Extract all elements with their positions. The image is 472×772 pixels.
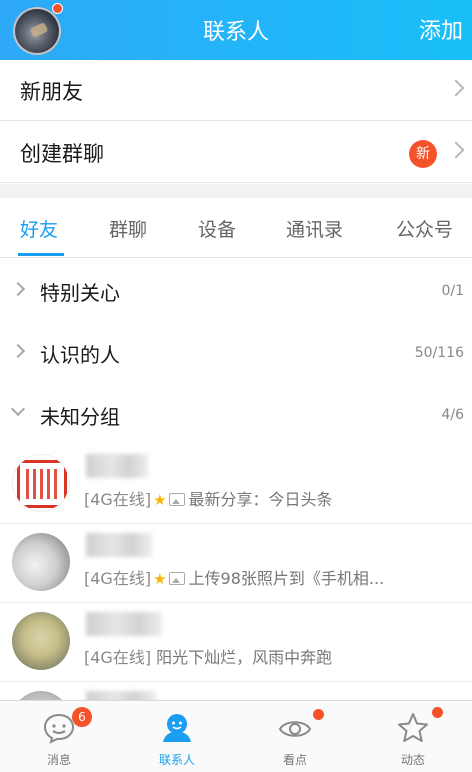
eye-icon — [278, 721, 312, 737]
chevron-right-icon — [10, 343, 26, 359]
message-icon — [43, 713, 75, 744]
tab-label: 消息 — [46, 753, 71, 767]
status-text: 上传98张照片到《手机相... — [188, 569, 385, 588]
star-icon: ★ — [153, 570, 167, 588]
contact-name-blurred — [86, 533, 152, 557]
group-count: 50/116 — [414, 345, 464, 361]
group-label: 特别关心 — [40, 281, 120, 305]
group-count: 4/6 — [441, 407, 464, 423]
star-icon: ★ — [153, 491, 167, 509]
contact-name-blurred — [86, 612, 162, 636]
chevron-right-icon — [447, 141, 465, 159]
contact-row[interactable]: [4G在线] 阳光下灿烂，风雨中奔跑 — [0, 604, 472, 682]
add-button[interactable]: 添加 — [419, 13, 463, 45]
message-count-badge: 6 — [72, 707, 92, 727]
contact-status: [4G在线] ★ 最新分享：今日头条 — [84, 486, 464, 510]
tab-address-book[interactable]: 通讯录 — [286, 215, 343, 242]
group-label: 未知分组 — [40, 405, 120, 429]
star-outline-icon — [398, 713, 428, 742]
create-group-row[interactable]: 创建群聊 — [0, 122, 472, 183]
new-friends-row[interactable]: 新朋友 — [0, 60, 472, 121]
contacts-icon — [163, 714, 191, 742]
contact-row[interactable]: [4G在线] ★ 最新分享：今日头条 — [0, 446, 472, 524]
top-header: 联系人 添加 — [0, 0, 472, 60]
notification-dot — [52, 3, 63, 14]
profile-avatar[interactable] — [13, 7, 61, 55]
tab-messages[interactable]: 6 消息 — [0, 701, 118, 772]
bottom-tab-bar: 6 消息 联系人 看点 动态 — [0, 700, 472, 772]
tab-moments[interactable]: 动态 — [354, 701, 472, 772]
tab-watch[interactable]: 看点 — [236, 701, 354, 772]
online-status: [4G在线] — [84, 648, 152, 667]
contact-avatar — [12, 612, 70, 670]
status-text: 阳光下灿烂，风雨中奔跑 — [156, 648, 333, 667]
new-friends-label: 新朋友 — [20, 80, 83, 104]
contact-status: [4G在线] 阳光下灿烂，风雨中奔跑 — [84, 644, 464, 668]
contact-name-blurred — [86, 454, 148, 478]
tab-label: 看点 — [282, 753, 307, 767]
tab-label: 联系人 — [158, 753, 195, 767]
create-group-label: 创建群聊 — [20, 142, 104, 166]
contact-status: [4G在线] ★ 上传98张照片到《手机相... — [84, 565, 464, 589]
chevron-right-icon — [10, 281, 26, 297]
group-acquaintances[interactable]: 认识的人 50/116 — [0, 321, 472, 383]
online-status: [4G在线] — [84, 569, 152, 588]
tab-groups[interactable]: 群聊 — [109, 215, 147, 242]
status-text: 最新分享：今日头条 — [188, 490, 333, 509]
notification-dot — [432, 707, 443, 718]
tab-devices[interactable]: 设备 — [198, 215, 236, 242]
image-icon — [168, 493, 185, 506]
contact-row[interactable]: [4G在线] ★ 上传98张照片到《手机相... — [0, 525, 472, 603]
group-label: 认识的人 — [40, 343, 120, 367]
tab-contacts[interactable]: 联系人 — [118, 701, 236, 772]
contact-avatar — [12, 533, 70, 591]
tab-official-accounts[interactable]: 公众号 — [396, 215, 453, 242]
contact-avatar — [12, 454, 70, 512]
group-count: 0/1 — [441, 283, 464, 299]
notification-dot — [313, 709, 324, 720]
online-status: [4G在线] — [84, 490, 152, 509]
section-divider — [0, 184, 472, 198]
active-tab-indicator — [18, 253, 64, 256]
image-icon — [168, 572, 185, 585]
tab-label: 动态 — [400, 753, 425, 767]
chevron-right-icon — [447, 79, 465, 97]
page-title: 联系人 — [202, 20, 269, 45]
group-special-care[interactable]: 特别关心 0/1 — [0, 259, 472, 321]
new-badge: 新 — [409, 140, 437, 168]
chevron-down-icon — [10, 401, 26, 417]
group-unknown[interactable]: 未知分组 4/6 — [0, 383, 472, 445]
tab-friends[interactable]: 好友 — [20, 215, 58, 242]
contact-tabs: 好友 群聊 设备 通讯录 公众号 — [0, 198, 472, 258]
